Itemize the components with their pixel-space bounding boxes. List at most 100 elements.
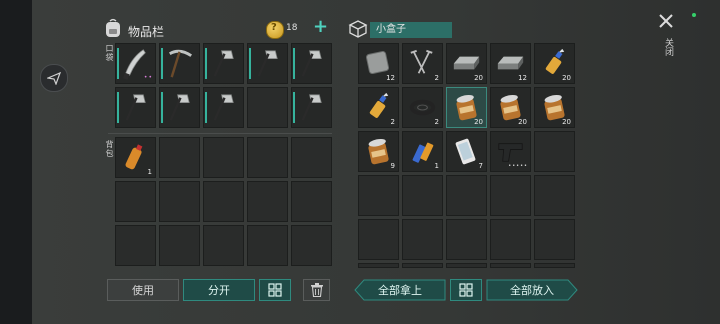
mod-dots: ••••• (508, 163, 528, 169)
left-edge (0, 0, 32, 324)
box-slot[interactable] (534, 263, 575, 268)
box-slot[interactable] (534, 175, 575, 216)
backpack-slot[interactable] (247, 137, 288, 178)
item-quantity: 20 (562, 118, 571, 126)
backpack-slot[interactable] (291, 181, 332, 222)
item-quantity: 1 (147, 168, 152, 176)
item-quantity: 12 (518, 74, 527, 82)
item-quantity: 9 (390, 162, 395, 170)
backpack-slot[interactable] (291, 137, 332, 178)
backpack-slot[interactable] (247, 225, 288, 266)
backpack-slot[interactable] (159, 181, 200, 222)
box-slot[interactable]: ••••• (490, 131, 531, 172)
box-slot[interactable]: 20 (490, 87, 531, 128)
pocket-slot[interactable] (291, 87, 332, 128)
box-slot[interactable]: 9 (358, 131, 399, 172)
trash-icon (310, 283, 323, 297)
backpack-grid: 1 (115, 137, 332, 266)
box-slot[interactable]: 2 (402, 43, 443, 84)
box-slot[interactable] (534, 219, 575, 260)
backpack-slot[interactable] (115, 225, 156, 266)
backpack-icon (106, 18, 120, 37)
pocket-slot[interactable] (159, 87, 200, 128)
item-quantity: 20 (474, 118, 483, 126)
backpack-slot[interactable] (203, 137, 244, 178)
pocket-slot[interactable] (247, 87, 288, 128)
box-slot[interactable] (358, 263, 399, 268)
box-slot[interactable] (534, 131, 575, 172)
box-slot[interactable] (446, 263, 487, 268)
divider (108, 133, 332, 134)
item-quantity: 20 (562, 74, 571, 82)
box-sort-button[interactable] (450, 279, 482, 301)
pickaxe-icon (168, 49, 193, 78)
grid-sort-icon (268, 283, 282, 297)
box-slot[interactable]: 2 (358, 87, 399, 128)
backpack-slot[interactable] (203, 181, 244, 222)
hatchet-icon (213, 50, 234, 77)
status-dot (692, 13, 696, 17)
backpack-slot[interactable] (203, 225, 244, 266)
box-slot[interactable] (358, 175, 399, 216)
add-coins-button[interactable]: + (313, 18, 328, 36)
box-slot[interactable]: 20 (534, 87, 575, 128)
grid-sort-icon (459, 283, 473, 297)
put-all-button[interactable]: 全部放入 (486, 279, 578, 301)
pocket-slot[interactable] (115, 87, 156, 128)
pocket-slot[interactable] (203, 43, 244, 84)
box-grid: 12 2 20 12 20 2 2 20 20 20 9 1 7 ••••• (358, 43, 575, 268)
backpack-slot[interactable] (159, 225, 200, 266)
use-button[interactable]: 使用 (107, 279, 179, 301)
take-all-label: 全部拿上 (378, 284, 422, 297)
box-slot[interactable]: 20 (446, 43, 487, 84)
box-slot[interactable] (402, 175, 443, 216)
item-quantity: 20 (518, 118, 527, 126)
pocket-slot[interactable] (203, 87, 244, 128)
box-slot[interactable]: 2 (402, 87, 443, 128)
take-all-button[interactable]: 全部拿上 (354, 279, 446, 301)
box-slot[interactable]: 12 (358, 43, 399, 84)
sort-button[interactable] (259, 279, 291, 301)
close-label[interactable]: 关闭 (662, 38, 675, 56)
box-slot[interactable] (490, 175, 531, 216)
trash-button[interactable] (303, 279, 330, 301)
item-quantity: 7 (478, 162, 483, 170)
backpack-slot[interactable] (159, 137, 200, 178)
box-slot[interactable]: 12 (490, 43, 531, 84)
pocket-slot[interactable] (247, 43, 288, 84)
box-slot[interactable] (490, 219, 531, 260)
backpack-slot[interactable] (115, 181, 156, 222)
paper-plane-icon (47, 71, 61, 85)
close-icon[interactable] (657, 12, 675, 30)
hatchet-icon (257, 50, 278, 77)
backpack-slot[interactable]: 1 (115, 137, 156, 178)
box-slot[interactable] (490, 263, 531, 268)
share-button[interactable] (40, 64, 68, 92)
box-slot[interactable] (402, 219, 443, 260)
box-slot[interactable] (402, 263, 443, 268)
hatchet-icon (301, 50, 322, 77)
item-quantity: 20 (474, 74, 483, 82)
backpack-label: 背包 (105, 140, 114, 158)
pocket-slot[interactable] (291, 43, 332, 84)
inventory-title: 物品栏 (128, 25, 165, 39)
split-button[interactable]: 分开 (183, 279, 255, 301)
pocket-slot[interactable]: •• (115, 43, 156, 84)
pocket-slot[interactable] (159, 43, 200, 84)
box-slot[interactable]: 20 (534, 43, 575, 84)
hatchet-icon (169, 94, 190, 121)
backpack-slot[interactable] (247, 181, 288, 222)
box-slot[interactable]: 20 (446, 87, 487, 128)
backpack-slot[interactable] (291, 225, 332, 266)
box-slot[interactable] (446, 175, 487, 216)
box-slot[interactable]: 7 (446, 131, 487, 172)
put-all-label: 全部放入 (510, 284, 554, 297)
box-slot[interactable]: 1 (402, 131, 443, 172)
box-slot[interactable] (446, 219, 487, 260)
box-icon (348, 20, 368, 38)
box-slot[interactable] (358, 219, 399, 260)
box-title: 小盒子 (370, 22, 452, 38)
item-quantity: 2 (434, 118, 439, 126)
pocket-label: 口袋 (105, 44, 114, 62)
hatchet-icon (125, 94, 146, 121)
